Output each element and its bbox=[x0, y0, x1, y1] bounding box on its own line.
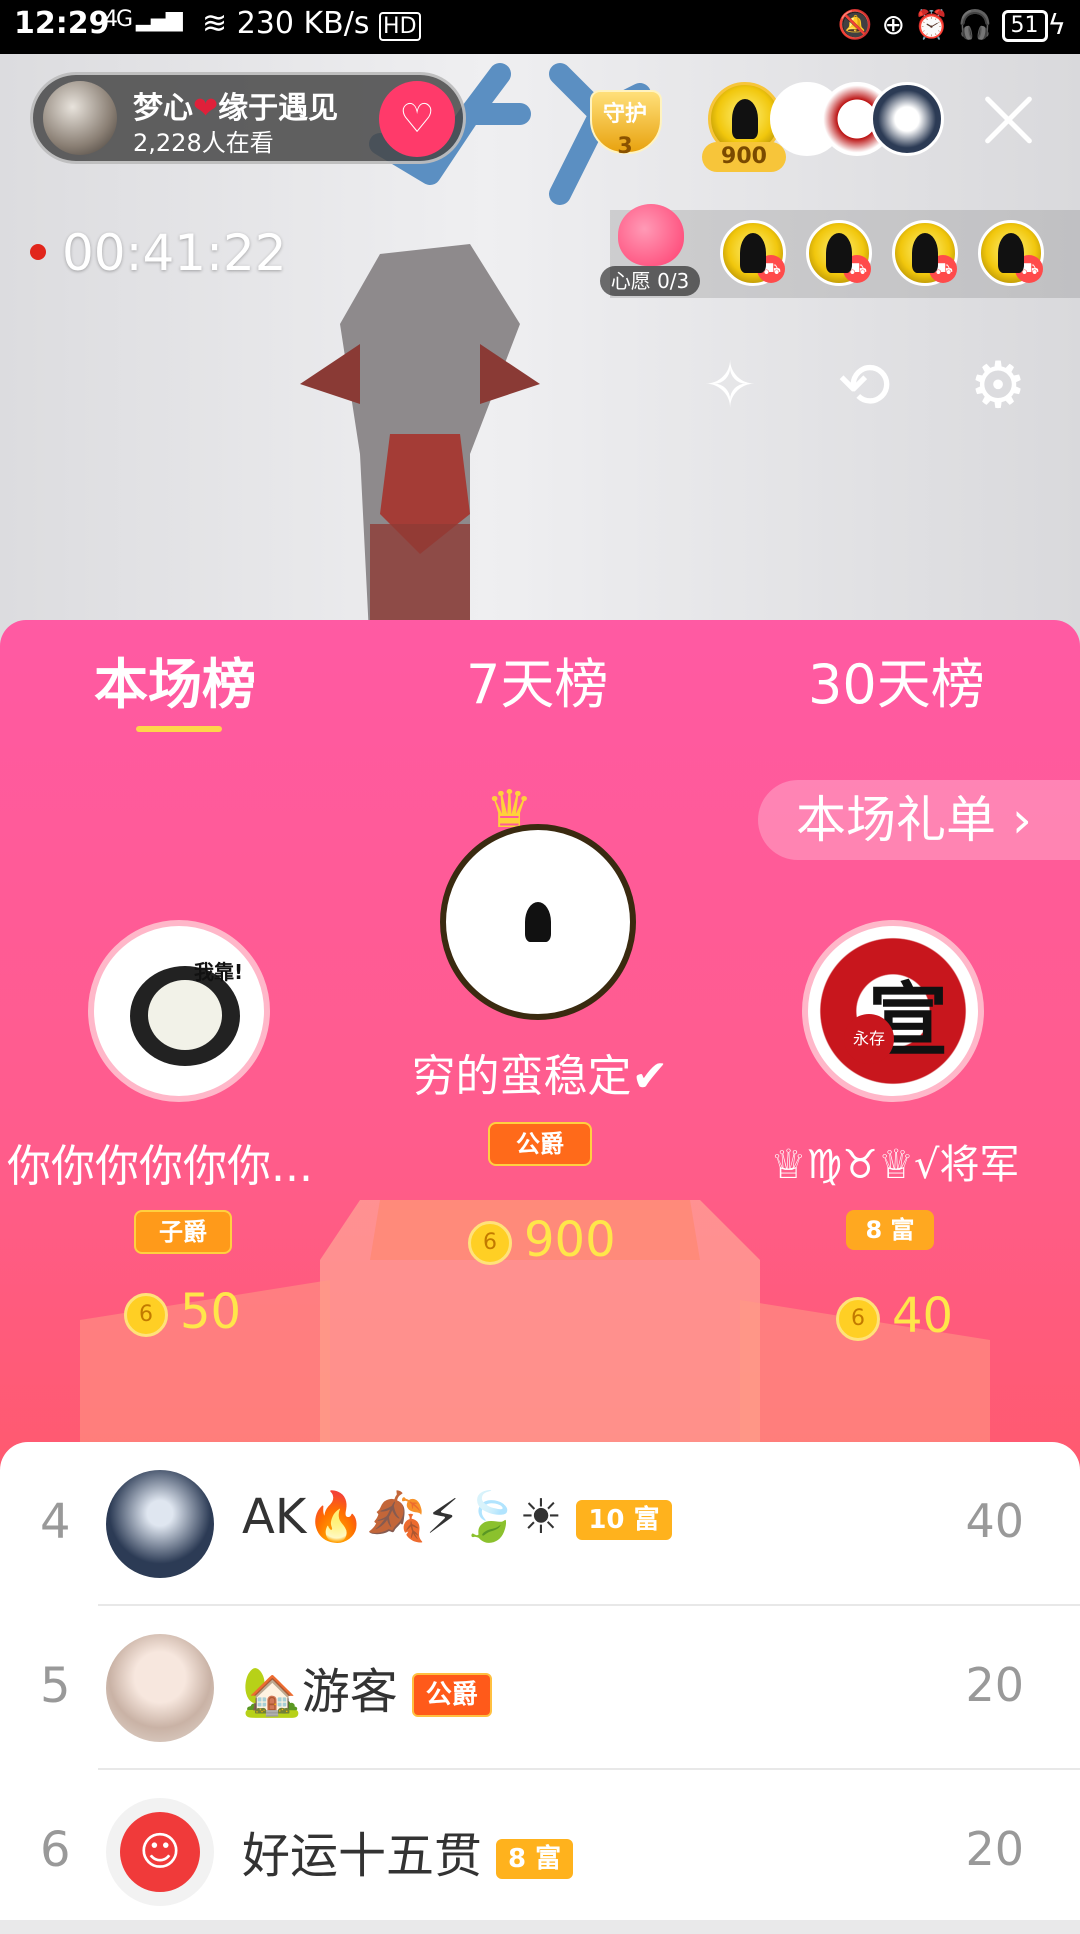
first-place-score: 6 900 bbox=[468, 1212, 616, 1268]
coin-icon: 6 bbox=[124, 1293, 168, 1337]
viewer-count: 2,228人在看 bbox=[133, 129, 274, 157]
hd-icon: HD bbox=[379, 12, 421, 41]
sofa-icon: ⛟ bbox=[757, 255, 785, 283]
contribution-value: 20 bbox=[965, 1658, 1024, 1712]
camera-switch-icon[interactable]: ⟲ bbox=[824, 346, 904, 426]
magic-wand-icon[interactable]: ✧ bbox=[690, 346, 770, 426]
gift-list-link[interactable]: 本场礼单 › bbox=[758, 780, 1080, 860]
host-name: 梦心❤缘于遇见 bbox=[133, 91, 339, 126]
host-avatar[interactable] bbox=[43, 81, 117, 155]
sofa-icon: ⛟ bbox=[929, 255, 957, 283]
rank-number: 6 bbox=[40, 1822, 71, 1878]
wealth-badge: 10 富 bbox=[576, 1500, 672, 1540]
user-avatar[interactable] bbox=[106, 1470, 214, 1578]
user-name: AK🔥🍂⚡🍃☀ 10 富 bbox=[242, 1488, 672, 1545]
user-avatar[interactable]: ☺ bbox=[106, 1798, 214, 1906]
list-item[interactable]: 5 🏡游客 公爵 20 bbox=[0, 1606, 1080, 1770]
third-place-name: ♕♍♉♕√将军 bbox=[770, 1142, 1020, 1188]
ranking-list: 4 AK🔥🍂⚡🍃☀ 10 富 40 5 🏡游客 公爵 20 6 ☺ 好运十五贯 8 富… bbox=[0, 1442, 1080, 1920]
status-time: 12:29 bbox=[14, 6, 110, 41]
first-place-name: 穷的蛮稳定✔ bbox=[411, 1051, 669, 1102]
list-item[interactable]: 4 AK🔥🍂⚡🍃☀ 10 富 40 bbox=[0, 1442, 1080, 1606]
guard-label: 守护 bbox=[602, 102, 647, 127]
tab-7-days[interactable]: 7天榜 bbox=[466, 640, 608, 719]
avatar-seal: 永存 bbox=[844, 1014, 894, 1064]
avatar-caption: 我靠! bbox=[194, 960, 244, 984]
status-bar: 12:29 4G ▂▄▆ ≋ 230 KB/s HD 🔕 ⊕ ⏰ 🎧 51 ϟ bbox=[0, 0, 1080, 54]
coin-icon: 6 bbox=[468, 1221, 512, 1265]
seat-1[interactable]: ⛟ bbox=[720, 220, 786, 286]
audience-avatar-4[interactable] bbox=[870, 82, 944, 156]
user-avatar[interactable] bbox=[106, 1634, 214, 1742]
first-place-avatar[interactable] bbox=[440, 824, 636, 1020]
wish-heart-icon[interactable] bbox=[612, 204, 690, 270]
smiley-icon: ☺ bbox=[120, 1812, 200, 1892]
heart-icon: ❤ bbox=[193, 91, 219, 126]
network-speed: ≋ 230 KB/s HD bbox=[202, 6, 421, 41]
third-place-score: 6 40 bbox=[836, 1288, 953, 1344]
contribution-value: 40 bbox=[965, 1494, 1024, 1548]
third-place-badge: 8 富 bbox=[846, 1210, 934, 1250]
second-place-badge: 子爵 bbox=[134, 1210, 232, 1254]
battery-icon: 51 bbox=[1001, 10, 1048, 42]
heart-plus-icon: ♡ bbox=[399, 96, 435, 142]
second-place-avatar[interactable]: 我靠! bbox=[88, 920, 270, 1102]
seat-2[interactable]: ⛟ bbox=[806, 220, 872, 286]
active-tab-indicator bbox=[136, 726, 222, 732]
sofa-icon: ⛟ bbox=[1015, 255, 1043, 283]
second-place-name: 你你你你你你... bbox=[7, 1141, 313, 1192]
host-info-pill[interactable]: 梦心❤缘于遇见 2,228人在看 ♡ bbox=[30, 72, 466, 164]
user-name: 🏡游客 公爵 bbox=[242, 1652, 492, 1722]
rank-title-badge: 公爵 bbox=[411, 1673, 492, 1717]
user-name: 好运十五贯 8 富 bbox=[242, 1816, 574, 1886]
third-place-avatar[interactable]: 宣 永存 bbox=[802, 920, 984, 1102]
second-place-score: 6 50 bbox=[124, 1284, 241, 1340]
tab-30-days[interactable]: 30天榜 bbox=[808, 640, 985, 719]
signal-icon: 4G ▂▄▆ bbox=[104, 7, 183, 32]
tab-this-session[interactable]: 本场榜 bbox=[94, 640, 256, 719]
wish-progress: 心愿 0/3 bbox=[600, 266, 700, 296]
seat-4[interactable]: ⛟ bbox=[978, 220, 1044, 286]
coin-icon: 6 bbox=[836, 1297, 880, 1341]
guard-badge[interactable]: 守护 3 bbox=[580, 82, 670, 172]
list-item[interactable]: 6 ☺ 好运十五贯 8 富 20 bbox=[0, 1770, 1080, 1934]
close-icon[interactable] bbox=[980, 92, 1036, 148]
wealth-badge: 8 富 bbox=[496, 1839, 574, 1879]
sofa-icon: ⛟ bbox=[843, 255, 871, 283]
chevron-right-icon: › bbox=[1011, 791, 1032, 849]
first-place-badge: 公爵 bbox=[488, 1122, 592, 1166]
rank-number: 5 bbox=[40, 1658, 71, 1714]
follow-button[interactable]: ♡ bbox=[379, 81, 455, 157]
contribution-value: 20 bbox=[965, 1822, 1024, 1876]
status-icons: 🔕 ⊕ ⏰ 🎧 51 ϟ bbox=[837, 8, 1066, 42]
audience-score-badge: 900 bbox=[702, 142, 786, 172]
seat-3[interactable]: ⛟ bbox=[892, 220, 958, 286]
recording-dot-icon bbox=[30, 244, 46, 260]
live-timer: 00:41:22 bbox=[62, 224, 287, 282]
rank-number: 4 bbox=[40, 1494, 71, 1550]
settings-gear-icon[interactable]: ⚙ bbox=[958, 346, 1038, 426]
guard-count: 3 bbox=[617, 134, 633, 159]
